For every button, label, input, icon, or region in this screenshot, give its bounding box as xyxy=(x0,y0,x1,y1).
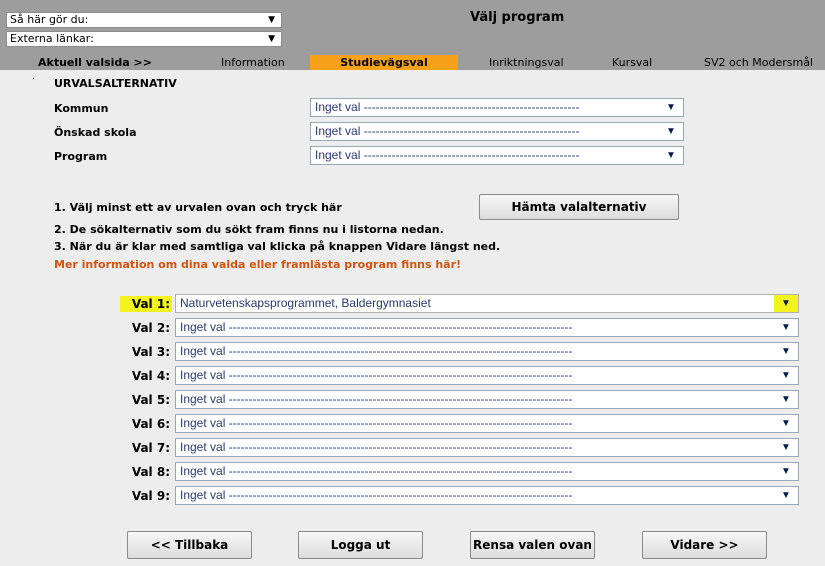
choice-3-label: Val 3: xyxy=(131,345,170,359)
choice-3-select[interactable]: Inget val ------------------------------… xyxy=(175,342,799,361)
page-title: Välj program xyxy=(470,10,565,25)
choice-4-select[interactable]: Inget val ------------------------------… xyxy=(175,366,799,385)
chevron-down-icon: ▼ xyxy=(774,367,798,384)
choice-7-select[interactable]: Inget val ------------------------------… xyxy=(175,438,799,457)
chevron-down-icon: ▼ xyxy=(774,343,798,360)
choice-7-label: Val 7: xyxy=(131,441,170,455)
choice-3-value: Inget val ------------------------------… xyxy=(180,344,573,358)
choice-1-select[interactable]: Naturvetenskapsprogrammet, Baldergymnasi… xyxy=(175,294,799,313)
chevron-down-icon: ▼ xyxy=(774,487,798,504)
chevron-down-icon: ▼ xyxy=(774,463,798,480)
choice-4-label: Val 4: xyxy=(131,369,170,383)
chevron-down-icon: ▼ xyxy=(268,34,275,44)
skola-select-value: Inget val ------------------------------… xyxy=(315,124,580,138)
section-title: URVALSALTERNATIV xyxy=(54,77,177,90)
tab-kursval[interactable]: Kursval xyxy=(612,55,652,70)
next-button[interactable]: Vidare >> xyxy=(642,531,767,559)
program-label: Program xyxy=(54,150,108,163)
choice-9-value: Inget val ------------------------------… xyxy=(180,488,573,502)
external-links-select[interactable]: Externa länkar: ▼ xyxy=(6,31,282,47)
external-links-select-value: Externa länkar: xyxy=(10,32,94,45)
choice-4-value: Inget val ------------------------------… xyxy=(180,368,573,382)
tab-studievagsval[interactable]: Studievägsval xyxy=(310,55,458,70)
chevron-down-icon: ▼ xyxy=(659,123,683,140)
skola-label: Önskad skola xyxy=(54,126,137,139)
chevron-down-icon: ▼ xyxy=(774,439,798,456)
choice-5-select[interactable]: Inget val ------------------------------… xyxy=(175,390,799,409)
help-select[interactable]: Så här gör du: ▼ xyxy=(6,12,282,28)
tab-inriktningsval[interactable]: Inriktningsval xyxy=(489,55,564,70)
chevron-down-icon: ▼ xyxy=(774,295,798,312)
clear-choices-button[interactable]: Rensa valen ovan xyxy=(470,531,595,559)
choice-5-value: Inget val ------------------------------… xyxy=(180,392,573,406)
fetch-options-button[interactable]: Hämta valalternativ xyxy=(479,194,679,220)
choice-9-select[interactable]: Inget val ------------------------------… xyxy=(175,486,799,505)
choice-7-value: Inget val ------------------------------… xyxy=(180,440,573,454)
choice-8-select[interactable]: Inget val ------------------------------… xyxy=(175,462,799,481)
back-button[interactable]: << Tillbaka xyxy=(127,531,252,559)
info-link[interactable]: Mer information om dina valda eller fram… xyxy=(54,258,461,271)
tab-information[interactable]: Information xyxy=(221,55,285,70)
kommun-select[interactable]: Inget val ------------------------------… xyxy=(310,98,684,117)
chevron-down-icon: ▼ xyxy=(774,391,798,408)
chevron-down-icon: ▼ xyxy=(774,415,798,432)
help-select-value: Så här gör du: xyxy=(10,13,89,26)
choice-9-label: Val 9: xyxy=(131,489,170,503)
kommun-select-value: Inget val ------------------------------… xyxy=(315,100,580,114)
kommun-label: Kommun xyxy=(54,102,109,115)
choice-5-label: Val 5: xyxy=(131,393,170,407)
skola-select[interactable]: Inget val ------------------------------… xyxy=(310,122,684,141)
program-select-value: Inget val ------------------------------… xyxy=(315,148,580,162)
choice-8-value: Inget val ------------------------------… xyxy=(180,464,573,478)
instruction-step-2: 2. De sökalternativ som du sökt fram fin… xyxy=(54,223,444,236)
chevron-down-icon: ▼ xyxy=(268,15,275,25)
chevron-down-icon: ▼ xyxy=(774,319,798,336)
choice-2-select[interactable]: Inget val ------------------------------… xyxy=(175,318,799,337)
choice-6-value: Inget val ------------------------------… xyxy=(180,416,573,430)
choice-2-value: Inget val ------------------------------… xyxy=(180,320,573,334)
choice-8-label: Val 8: xyxy=(131,465,170,479)
choice-1-value: Naturvetenskapsprogrammet, Baldergymnasi… xyxy=(180,296,431,310)
choice-2-label: Val 2: xyxy=(131,321,170,335)
instruction-step-3: 3. När du är klar med samtliga val klick… xyxy=(54,240,501,253)
choice-6-label: Val 6: xyxy=(131,417,170,431)
bullet-dot: · xyxy=(32,74,36,85)
current-page-label: Aktuell valsida >> xyxy=(38,56,152,69)
instruction-step-1: 1. Välj minst ett av urvalen ovan och tr… xyxy=(54,201,342,214)
logout-button[interactable]: Logga ut xyxy=(298,531,423,559)
choice-6-select[interactable]: Inget val ------------------------------… xyxy=(175,414,799,433)
program-select[interactable]: Inget val ------------------------------… xyxy=(310,146,684,165)
tab-sv2-modersmal[interactable]: SV2 och Modersmål xyxy=(704,55,813,70)
choice-1-label: Val 1: xyxy=(120,296,172,312)
chevron-down-icon: ▼ xyxy=(659,99,683,116)
top-bar: Så här gör du: ▼ Externa länkar: ▼ Välj … xyxy=(0,0,825,70)
chevron-down-icon: ▼ xyxy=(659,147,683,164)
